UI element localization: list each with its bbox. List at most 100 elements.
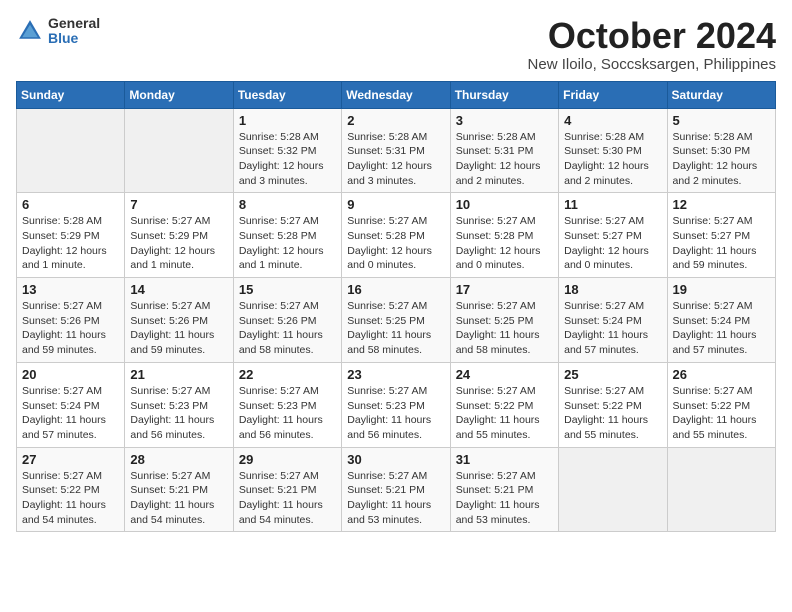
cell-info: Sunrise: 5:28 AM Sunset: 5:31 PM Dayligh… xyxy=(456,130,553,189)
title-block: October 2024 New Iloilo, Soccsksargen, P… xyxy=(528,16,776,73)
calendar-table: SundayMondayTuesdayWednesdayThursdayFrid… xyxy=(16,81,776,533)
cell-day-number: 27 xyxy=(22,452,119,467)
cell-info: Sunrise: 5:27 AM Sunset: 5:23 PM Dayligh… xyxy=(347,384,444,443)
calendar-cell: 17Sunrise: 5:27 AM Sunset: 5:25 PM Dayli… xyxy=(450,278,558,363)
calendar-cell: 12 Sunrise: 5:27 AM Sunset: 5:27 PM Dayli… xyxy=(667,193,775,278)
cell-info: Sunrise: 5:27 AM Sunset: 5:23 PM Dayligh… xyxy=(130,384,227,443)
cell-info: Sunrise: 5:27 AM Sunset: 5:23 PM Dayligh… xyxy=(239,384,336,443)
cell-day-number: 3 xyxy=(456,113,553,128)
cell-info: Sunrise: 5:27 AM Sunset: 5:21 PM Dayligh… xyxy=(130,469,227,528)
calendar-week-2: 6 Sunrise: 5:28 AM Sunset: 5:29 PM Daylig… xyxy=(17,193,776,278)
cell-day-number: 9 xyxy=(347,197,444,212)
calendar-cell: 18 Sunrise: 5:27 AM Sunset: 5:24 PM Dayli… xyxy=(559,278,667,363)
calendar-cell: 27 Sunrise: 5:27 AM Sunset: 5:22 PM Dayli… xyxy=(17,447,125,532)
calendar-cell: 6 Sunrise: 5:28 AM Sunset: 5:29 PM Daylig… xyxy=(17,193,125,278)
cell-info: Sunrise: 5:27 AM Sunset: 5:21 PM Dayligh… xyxy=(456,469,553,528)
cell-info: Sunrise: 5:28 AM Sunset: 5:30 PM Dayligh… xyxy=(673,130,770,189)
calendar-header: SundayMondayTuesdayWednesdayThursdayFrid… xyxy=(17,81,776,108)
calendar-cell: 31 Sunrise: 5:27 AM Sunset: 5:21 PM Dayli… xyxy=(450,447,558,532)
calendar-week-3: 13Sunrise: 5:27 AM Sunset: 5:26 PM Dayli… xyxy=(17,278,776,363)
cell-day-number: 26 xyxy=(673,367,770,382)
calendar-cell: 9 Sunrise: 5:27 AM Sunset: 5:28 PM Daylig… xyxy=(342,193,450,278)
calendar-week-1: 1 Sunrise: 5:28 AM Sunset: 5:32 PM Daylig… xyxy=(17,108,776,193)
day-header-tuesday: Tuesday xyxy=(233,81,341,108)
cell-day-number: 28 xyxy=(130,452,227,467)
day-header-wednesday: Wednesday xyxy=(342,81,450,108)
cell-day-number: 18 xyxy=(564,282,661,297)
cell-info: Sunrise: 5:27 AM Sunset: 5:22 PM Dayligh… xyxy=(564,384,661,443)
calendar-week-5: 27 Sunrise: 5:27 AM Sunset: 5:22 PM Dayli… xyxy=(17,447,776,532)
calendar-cell: 19 Sunrise: 5:27 AM Sunset: 5:24 PM Dayli… xyxy=(667,278,775,363)
calendar-body: 1 Sunrise: 5:28 AM Sunset: 5:32 PM Daylig… xyxy=(17,108,776,532)
cell-info: Sunrise: 5:27 AM Sunset: 5:21 PM Dayligh… xyxy=(347,469,444,528)
header-row: SundayMondayTuesdayWednesdayThursdayFrid… xyxy=(17,81,776,108)
cell-info: Sunrise: 5:27 AM Sunset: 5:27 PM Dayligh… xyxy=(564,214,661,273)
cell-day-number: 2 xyxy=(347,113,444,128)
cell-day-number: 12 xyxy=(673,197,770,212)
calendar-cell: 7Sunrise: 5:27 AM Sunset: 5:29 PM Daylig… xyxy=(125,193,233,278)
cell-info: Sunrise: 5:27 AM Sunset: 5:26 PM Dayligh… xyxy=(22,299,119,358)
calendar-cell: 11 Sunrise: 5:27 AM Sunset: 5:27 PM Dayli… xyxy=(559,193,667,278)
cell-info: Sunrise: 5:27 AM Sunset: 5:28 PM Dayligh… xyxy=(347,214,444,273)
cell-info: Sunrise: 5:27 AM Sunset: 5:21 PM Dayligh… xyxy=(239,469,336,528)
calendar-cell: 4Sunrise: 5:28 AM Sunset: 5:30 PM Daylig… xyxy=(559,108,667,193)
logo-general-label: General xyxy=(48,16,100,31)
cell-day-number: 16 xyxy=(347,282,444,297)
cell-day-number: 25 xyxy=(564,367,661,382)
cell-day-number: 17 xyxy=(456,282,553,297)
calendar-cell: 26Sunrise: 5:27 AM Sunset: 5:22 PM Dayli… xyxy=(667,362,775,447)
cell-day-number: 15 xyxy=(239,282,336,297)
day-header-saturday: Saturday xyxy=(667,81,775,108)
cell-day-number: 6 xyxy=(22,197,119,212)
cell-day-number: 21 xyxy=(130,367,227,382)
logo-text: General Blue xyxy=(48,16,100,47)
calendar-cell: 28 Sunrise: 5:27 AM Sunset: 5:21 PM Dayli… xyxy=(125,447,233,532)
cell-day-number: 14 xyxy=(130,282,227,297)
calendar-cell: 20Sunrise: 5:27 AM Sunset: 5:24 PM Dayli… xyxy=(17,362,125,447)
cell-info: Sunrise: 5:27 AM Sunset: 5:24 PM Dayligh… xyxy=(673,299,770,358)
calendar-cell: 8Sunrise: 5:27 AM Sunset: 5:28 PM Daylig… xyxy=(233,193,341,278)
logo-blue-label: Blue xyxy=(48,31,100,46)
logo-icon xyxy=(16,17,44,45)
calendar-cell: 13Sunrise: 5:27 AM Sunset: 5:26 PM Dayli… xyxy=(17,278,125,363)
cell-info: Sunrise: 5:27 AM Sunset: 5:22 PM Dayligh… xyxy=(22,469,119,528)
cell-day-number: 5 xyxy=(673,113,770,128)
cell-info: Sunrise: 5:27 AM Sunset: 5:28 PM Dayligh… xyxy=(456,214,553,273)
day-header-sunday: Sunday xyxy=(17,81,125,108)
cell-info: Sunrise: 5:27 AM Sunset: 5:26 PM Dayligh… xyxy=(239,299,336,358)
calendar-cell: 23 Sunrise: 5:27 AM Sunset: 5:23 PM Dayli… xyxy=(342,362,450,447)
calendar-cell: 29 Sunrise: 5:27 AM Sunset: 5:21 PM Dayli… xyxy=(233,447,341,532)
calendar-cell: 15 Sunrise: 5:27 AM Sunset: 5:26 PM Dayli… xyxy=(233,278,341,363)
cell-day-number: 31 xyxy=(456,452,553,467)
cell-day-number: 19 xyxy=(673,282,770,297)
cell-info: Sunrise: 5:27 AM Sunset: 5:26 PM Dayligh… xyxy=(130,299,227,358)
calendar-cell xyxy=(17,108,125,193)
calendar-cell: 2Sunrise: 5:28 AM Sunset: 5:31 PM Daylig… xyxy=(342,108,450,193)
calendar-cell: 21 Sunrise: 5:27 AM Sunset: 5:23 PM Dayli… xyxy=(125,362,233,447)
calendar-cell: 10Sunrise: 5:27 AM Sunset: 5:28 PM Dayli… xyxy=(450,193,558,278)
calendar-cell: 30 Sunrise: 5:27 AM Sunset: 5:21 PM Dayli… xyxy=(342,447,450,532)
day-header-monday: Monday xyxy=(125,81,233,108)
month-title: October 2024 xyxy=(528,16,776,56)
cell-info: Sunrise: 5:27 AM Sunset: 5:24 PM Dayligh… xyxy=(564,299,661,358)
cell-info: Sunrise: 5:28 AM Sunset: 5:32 PM Dayligh… xyxy=(239,130,336,189)
cell-info: Sunrise: 5:27 AM Sunset: 5:27 PM Dayligh… xyxy=(673,214,770,273)
calendar-cell: 24 Sunrise: 5:27 AM Sunset: 5:22 PM Dayli… xyxy=(450,362,558,447)
cell-day-number: 11 xyxy=(564,197,661,212)
cell-day-number: 30 xyxy=(347,452,444,467)
cell-info: Sunrise: 5:27 AM Sunset: 5:25 PM Dayligh… xyxy=(347,299,444,358)
page-header: General Blue October 2024 New Iloilo, So… xyxy=(16,16,776,73)
cell-info: Sunrise: 5:27 AM Sunset: 5:29 PM Dayligh… xyxy=(130,214,227,273)
calendar-cell: 1 Sunrise: 5:28 AM Sunset: 5:32 PM Daylig… xyxy=(233,108,341,193)
cell-day-number: 29 xyxy=(239,452,336,467)
cell-day-number: 23 xyxy=(347,367,444,382)
calendar-cell: 5 Sunrise: 5:28 AM Sunset: 5:30 PM Daylig… xyxy=(667,108,775,193)
cell-day-number: 24 xyxy=(456,367,553,382)
cell-info: Sunrise: 5:27 AM Sunset: 5:22 PM Dayligh… xyxy=(456,384,553,443)
cell-info: Sunrise: 5:28 AM Sunset: 5:29 PM Dayligh… xyxy=(22,214,119,273)
cell-day-number: 1 xyxy=(239,113,336,128)
calendar-week-4: 20Sunrise: 5:27 AM Sunset: 5:24 PM Dayli… xyxy=(17,362,776,447)
calendar-cell: 25 Sunrise: 5:27 AM Sunset: 5:22 PM Dayli… xyxy=(559,362,667,447)
cell-day-number: 20 xyxy=(22,367,119,382)
calendar-cell: 16 Sunrise: 5:27 AM Sunset: 5:25 PM Dayli… xyxy=(342,278,450,363)
